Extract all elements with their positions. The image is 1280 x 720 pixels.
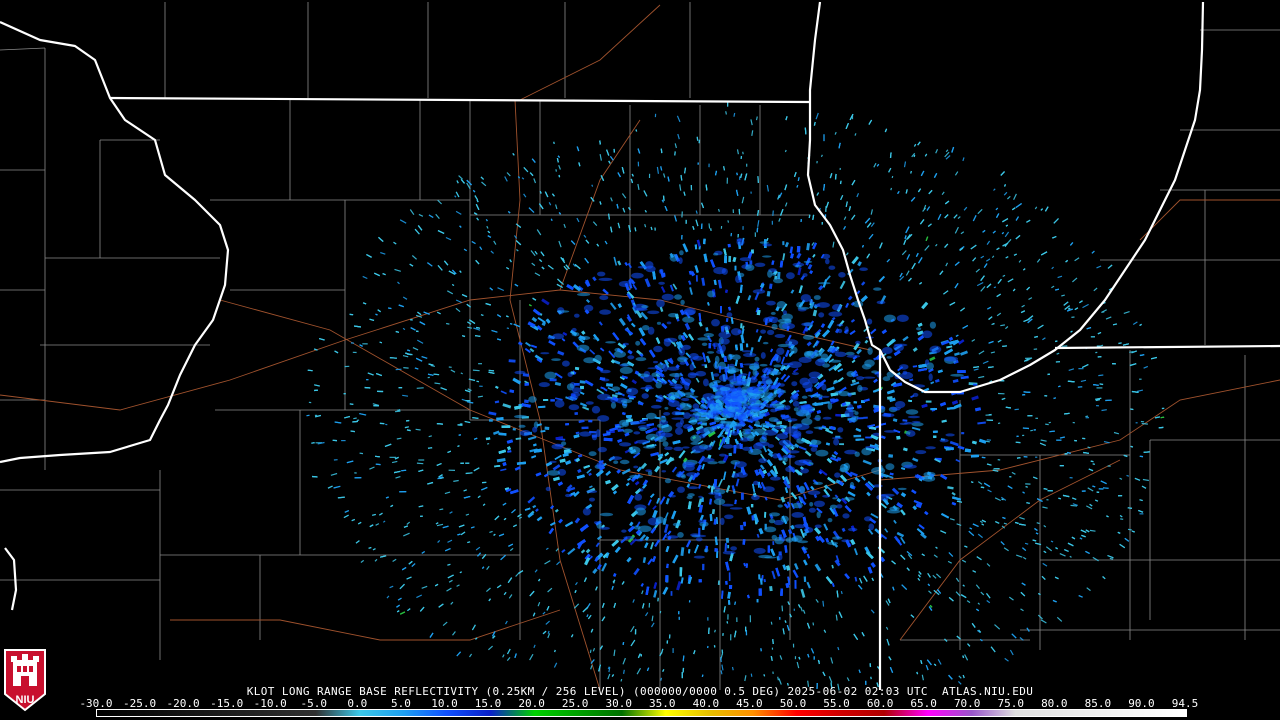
legend-tick-labels: -30.0 -25.0 -20.0 -15.0 -10.0 -5.0 0.0 5.0 10.0 1… xyxy=(79,697,1198,710)
radar-map xyxy=(0,0,1280,720)
reflectivity-colorbar xyxy=(96,709,1187,717)
niu-logo-icon: NIU xyxy=(3,646,47,714)
